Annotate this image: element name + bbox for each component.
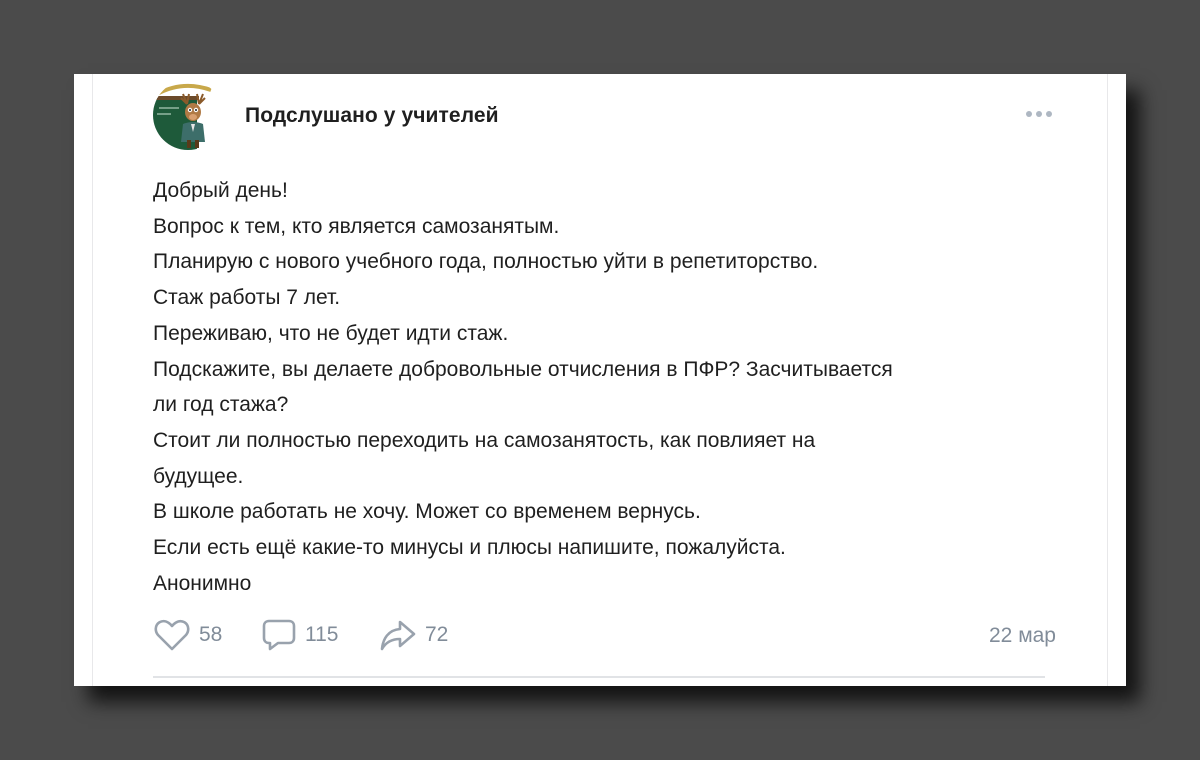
post-text-line: Добрый день! <box>153 179 288 202</box>
post-text: Добрый день! Вопрос к тем, кто является … <box>153 173 1073 601</box>
post-text-line: Если есть ещё какие-то минусы и плюсы на… <box>153 536 786 560</box>
share-count: 72 <box>425 623 449 646</box>
comment-button[interactable]: 115 <box>261 617 338 653</box>
like-button[interactable]: 58 <box>153 617 222 653</box>
post-text-line: Анонимно <box>153 571 252 595</box>
post-text-line: Вопрос к тем, кто является самозанятым. <box>153 214 560 238</box>
post-container: Подслушано у учителей Добрый день! Вопро… <box>92 74 1108 686</box>
post-divider <box>153 676 1045 678</box>
post-text-line: Стоит ли полностью переходить на самозан… <box>153 428 816 452</box>
more-options-button[interactable] <box>1023 104 1059 124</box>
share-button[interactable]: 72 <box>379 617 448 653</box>
post-card: Подслушано у учителей Добрый день! Вопро… <box>74 74 1126 686</box>
post-text-line: Переживаю, что не будет идти стаж. <box>153 321 509 345</box>
more-icon <box>1026 111 1052 117</box>
post-text-line: Планирую с нового учебного года, полност… <box>153 250 819 274</box>
post-text-line: ли год стажа? <box>153 393 289 417</box>
avatar-image <box>153 80 223 150</box>
post-text-line: будущее. <box>153 464 244 488</box>
post-date-link[interactable]: 22 мар <box>989 624 1056 648</box>
comment-count: 115 <box>305 623 339 646</box>
share-icon <box>380 620 416 651</box>
group-name-link[interactable]: Подслушано у учителей <box>245 104 499 128</box>
post-text-line: В школе работать не хочу. Может со време… <box>153 500 701 524</box>
post-text-line: Стаж работы 7 лет. <box>153 286 341 310</box>
post-text-line: Подскажите, вы делаете добровольные отчи… <box>153 357 893 381</box>
heart-icon <box>154 619 190 651</box>
like-count: 58 <box>199 623 223 646</box>
group-avatar[interactable] <box>153 80 223 150</box>
comment-icon <box>262 619 296 651</box>
